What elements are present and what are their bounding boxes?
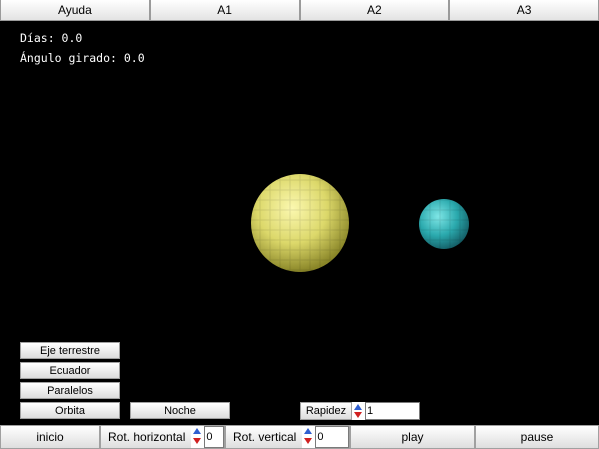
earth-sphere xyxy=(419,199,469,249)
inicio-button[interactable]: inicio xyxy=(0,425,100,449)
rot-vertical-control: Rot. vertical 0 xyxy=(225,425,350,449)
rot-vertical-label: Rot. vertical xyxy=(233,430,297,444)
bottom-toolbar: inicio Rot. horizontal 0 Rot. vertical 0… xyxy=(0,425,599,449)
play-button[interactable]: play xyxy=(350,425,475,449)
arrow-up-icon[interactable] xyxy=(354,404,362,410)
arrow-down-icon[interactable] xyxy=(193,438,202,444)
arrow-up-icon[interactable] xyxy=(193,428,202,434)
rot-horizontal-input[interactable]: 0 xyxy=(204,426,224,448)
speed-control: Rapidez 1 xyxy=(300,402,420,420)
rot-horizontal-label: Rot. horizontal xyxy=(108,430,186,444)
angle-readout: Ángulo girado: 0.0 xyxy=(20,51,145,65)
days-readout: Días: 0.0 xyxy=(20,31,83,45)
sun-sphere xyxy=(251,174,349,272)
speed-spinner[interactable] xyxy=(352,402,365,420)
eje-terrestre-button[interactable]: Eje terrestre xyxy=(20,342,120,359)
speed-label: Rapidez xyxy=(300,402,352,420)
orbita-button[interactable]: Orbita xyxy=(20,402,120,419)
rot-vertical-spinner[interactable] xyxy=(302,426,316,448)
rot-horizontal-control: Rot. horizontal 0 xyxy=(100,425,225,449)
ecuador-button[interactable]: Ecuador xyxy=(20,362,120,379)
speed-input[interactable]: 1 xyxy=(365,402,420,420)
pause-button[interactable]: pause xyxy=(475,425,599,449)
arrow-down-icon[interactable] xyxy=(304,438,313,444)
arrow-up-icon[interactable] xyxy=(304,428,313,434)
noche-button[interactable]: Noche xyxy=(130,402,230,419)
rot-vertical-input[interactable]: 0 xyxy=(315,426,349,448)
arrow-down-icon[interactable] xyxy=(354,412,362,418)
paralelos-button[interactable]: Paralelos xyxy=(20,382,120,399)
rot-horizontal-spinner[interactable] xyxy=(191,426,205,448)
